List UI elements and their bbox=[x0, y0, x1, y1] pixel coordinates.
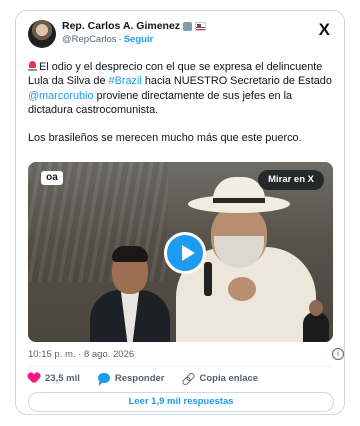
view-on-x-button[interactable]: Mirar en X bbox=[258, 170, 324, 190]
police-light-icon bbox=[28, 61, 37, 71]
gray-check-badge-icon bbox=[183, 21, 193, 31]
divider bbox=[28, 366, 332, 367]
tweet-text-segment: hacia NUESTRO Secretario de Estado bbox=[141, 75, 332, 88]
like-action[interactable]: 23,5 mil bbox=[28, 373, 80, 384]
person-right-head bbox=[309, 300, 323, 316]
channel-watermark: oa bbox=[41, 171, 63, 185]
tweet-actions: 23,5 mil Responder Copia enlace bbox=[28, 371, 276, 386]
author-handle[interactable]: @RepCarlos bbox=[62, 34, 117, 45]
reply-action[interactable]: Responder bbox=[97, 372, 165, 386]
x-logo-icon[interactable]: X bbox=[319, 21, 330, 38]
tweet-embed-card: Rep. Carlos A. Gimenez @RepCarlos · Seguir… bbox=[15, 10, 345, 415]
author-name-row: Rep. Carlos A. Gimenez bbox=[62, 20, 207, 32]
tweet-header: Rep. Carlos A. Gimenez @RepCarlos · Seguir… bbox=[28, 20, 334, 60]
read-replies-button[interactable]: Leer 1,9 mil respuestas bbox=[28, 392, 334, 412]
link-icon bbox=[182, 372, 194, 384]
copy-link-action[interactable]: Copia enlace bbox=[182, 372, 258, 384]
info-icon[interactable]: i bbox=[332, 348, 344, 360]
hat-band bbox=[213, 198, 265, 203]
separator-dot: · bbox=[118, 34, 122, 45]
likes-count: 23,5 mil bbox=[45, 372, 80, 384]
avatar[interactable] bbox=[28, 20, 56, 48]
speech-bubble-icon bbox=[97, 373, 110, 386]
author-handle-row: @RepCarlos · Seguir bbox=[62, 34, 153, 45]
video-player[interactable]: oa Mirar en X bbox=[28, 162, 333, 342]
microphone bbox=[204, 262, 212, 296]
author-display-name[interactable]: Rep. Carlos A. Gimenez bbox=[62, 20, 180, 32]
us-flag-icon bbox=[195, 21, 207, 31]
tweet-text: El odio y el desprecio con el que se exp… bbox=[28, 60, 338, 145]
tweet-paragraph-2: Los brasileños se merecen mucho más que … bbox=[28, 132, 302, 145]
tweet-paragraph-1: El odio y el desprecio con el que se exp… bbox=[28, 60, 338, 117]
reply-label: Responder bbox=[114, 372, 165, 384]
hashtag-link-brazil[interactable]: #Brazil bbox=[109, 75, 142, 87]
mention-link-marcorubio[interactable]: @marcorubio bbox=[28, 90, 94, 102]
copy-link-label: Copia enlace bbox=[199, 372, 259, 384]
follow-button[interactable]: Seguir bbox=[124, 34, 154, 45]
person-left-hair bbox=[112, 246, 148, 262]
heart-icon bbox=[28, 373, 40, 384]
timestamp[interactable]: 10:15 p. m. · 8 ago. 2026 bbox=[28, 349, 134, 360]
hand bbox=[228, 277, 256, 301]
tweet-meta: 10:15 p. m. · 8 ago. 2026 i bbox=[28, 348, 344, 360]
play-icon[interactable] bbox=[164, 232, 206, 274]
person-right-body bbox=[303, 312, 329, 342]
